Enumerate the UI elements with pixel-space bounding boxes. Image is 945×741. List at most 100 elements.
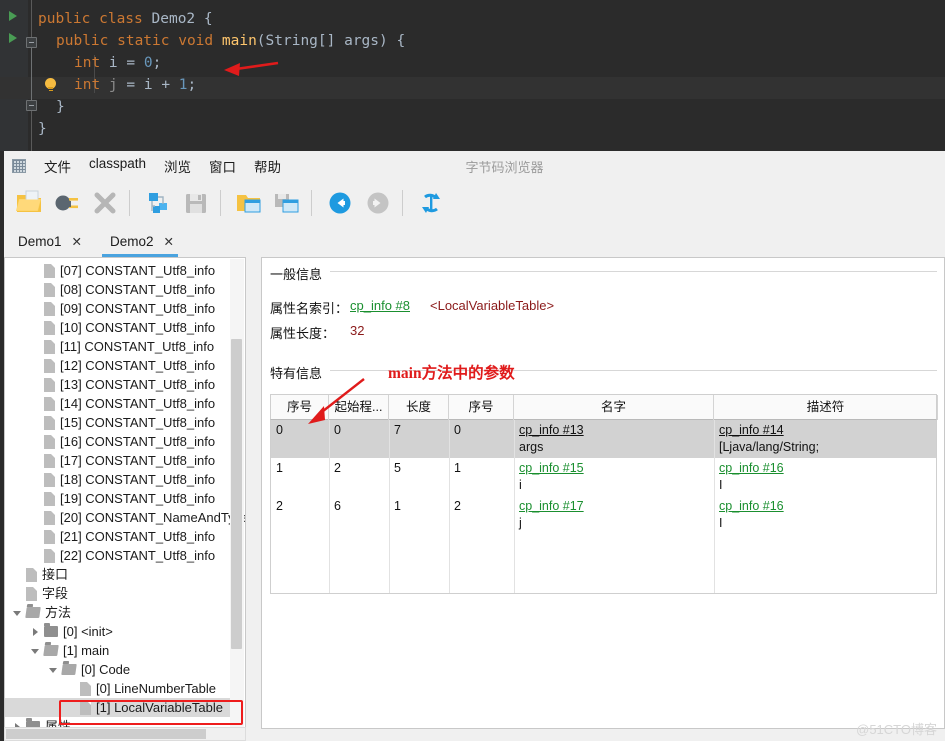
cp-info-link[interactable]: cp_info #17: [519, 498, 714, 515]
tree-node[interactable]: [14] CONSTANT_Utf8_info: [31, 394, 215, 413]
chevron-right-icon[interactable]: [31, 627, 41, 637]
menu-item-浏览[interactable]: 浏览: [155, 153, 200, 179]
tree-twisty-placeholder: [31, 513, 41, 523]
editor-gutter[interactable]: [0, 0, 28, 151]
file-icon: [44, 396, 55, 411]
tree-node[interactable]: [15] CONSTANT_Utf8_info: [31, 413, 215, 432]
chevron-down-icon[interactable]: [49, 665, 59, 675]
tree-node[interactable]: [13] CONSTANT_Utf8_info: [31, 375, 215, 394]
chevron-down-icon[interactable]: [13, 608, 23, 618]
table-body[interactable]: 0 0 7 0 cp_info #13 args cp_info #14 [Ljava/lan…: [270, 420, 937, 594]
folder-icon: [44, 623, 58, 637]
tree-structure-icon[interactable]: [141, 186, 175, 220]
attribute-detail-pane: 一般信息 属性名索引： cp_info #8 <LocalVariableTab…: [261, 257, 945, 729]
file-icon: [44, 263, 55, 278]
cp-info-link[interactable]: cp_info #16: [719, 498, 936, 515]
tree-node[interactable]: [0] <init>: [31, 622, 113, 641]
tree-node[interactable]: [12] CONSTANT_Utf8_info: [31, 356, 215, 375]
toolbar-separator: [129, 190, 130, 216]
tree-node[interactable]: 接口: [13, 565, 68, 584]
menu-item-文件[interactable]: 文件: [35, 153, 80, 179]
folder-open-icon: [61, 664, 77, 675]
tree-node[interactable]: [10] CONSTANT_Utf8_info: [31, 318, 215, 337]
reload-icon[interactable]: [414, 186, 448, 220]
file-icon: [44, 358, 55, 373]
file-icon: [44, 453, 55, 468]
tree-node[interactable]: [22] CONSTANT_Utf8_info: [31, 546, 215, 565]
table-row[interactable]: 1 2 5 1 cp_info #15 i cp_info #16 I: [271, 458, 936, 496]
forward-arrow-icon: [361, 186, 395, 220]
tree-hscrollbar-thumb[interactable]: [6, 729, 206, 739]
tree-node[interactable]: 方法: [13, 603, 71, 622]
tree-node[interactable]: [21] CONSTANT_Utf8_info: [31, 527, 215, 546]
tree-node[interactable]: [07] CONSTANT_Utf8_info: [31, 261, 215, 280]
menu-item-classpath[interactable]: classpath: [80, 153, 155, 179]
tree-node[interactable]: [0] Code: [49, 660, 130, 679]
intention-bulb-icon[interactable]: [44, 78, 57, 91]
cp-info-link[interactable]: cp_info #14: [719, 422, 936, 439]
fold-expanded-icon[interactable]: [26, 37, 37, 48]
table-cell-descriptor-value: I: [719, 478, 723, 492]
tab-demo2[interactable]: Demo2 ✕: [102, 225, 182, 257]
tab-demo1[interactable]: Demo1 ✕: [10, 225, 90, 257]
save-window-icon[interactable]: [270, 186, 304, 220]
tree-scrollbar-thumb[interactable]: [231, 339, 242, 649]
back-arrow-icon[interactable]: [323, 186, 357, 220]
file-icon: [44, 301, 55, 316]
file-icon: [44, 282, 55, 297]
table-column-header[interactable]: 长度: [389, 395, 449, 420]
tree-node[interactable]: [19] CONSTANT_Utf8_info: [31, 489, 215, 508]
table-cell-length: 5: [394, 461, 401, 475]
menu-item-帮助[interactable]: 帮助: [245, 153, 290, 179]
tree-node[interactable]: [1] main: [31, 641, 109, 660]
chevron-down-icon[interactable]: [31, 646, 41, 656]
table-column-header[interactable]: 名字: [514, 395, 714, 420]
tree-node[interactable]: [20] CONSTANT_NameAndType: [31, 508, 246, 527]
code-editor[interactable]: public class Demo2 {public static void m…: [0, 0, 945, 151]
tree-node[interactable]: [17] CONSTANT_Utf8_info: [31, 451, 215, 470]
table-cell-name-value: i: [519, 478, 522, 492]
table-column-header[interactable]: 描述符: [714, 395, 938, 420]
tab-demo1-close-icon[interactable]: ✕: [72, 234, 82, 249]
run-method-icon[interactable]: [9, 33, 17, 43]
tree-node[interactable]: [08] CONSTANT_Utf8_info: [31, 280, 215, 299]
tree-twisty-placeholder: [31, 323, 41, 333]
tree-twisty-placeholder: [31, 532, 41, 542]
annotation-arrow-icon: [308, 378, 365, 424]
tree-node-list[interactable]: [07] CONSTANT_Utf8_info [08] CONSTANT_Utf…: [5, 258, 246, 728]
menu-item-窗口[interactable]: 窗口: [200, 153, 245, 179]
table-column-header[interactable]: 序号: [449, 395, 514, 420]
class-structure-tree[interactable]: [07] CONSTANT_Utf8_info [08] CONSTANT_Utf…: [4, 257, 246, 729]
tree-horizontal-scrollbar[interactable]: [4, 727, 246, 741]
tree-twisty-placeholder: [31, 437, 41, 447]
open-folder-icon[interactable]: [12, 186, 46, 220]
table-row[interactable]: 2 6 1 2 cp_info #17 j cp_info #16 I: [271, 496, 936, 534]
tree-node[interactable]: [0] LineNumberTable: [67, 679, 216, 698]
tree-node-label: [07] CONSTANT_Utf8_info: [60, 263, 216, 278]
cp-info-link[interactable]: cp_info #16: [719, 460, 936, 477]
menu-bar: 文件 classpath 浏览 窗口 帮助 字节码浏览器: [4, 151, 945, 181]
tree-node[interactable]: [09] CONSTANT_Utf8_info: [31, 299, 215, 318]
fold-end-icon[interactable]: [26, 100, 37, 111]
cp-info-link[interactable]: cp_info #13: [519, 422, 714, 439]
tree-node[interactable]: [16] CONSTANT_Utf8_info: [31, 432, 215, 451]
tree-node[interactable]: [11] CONSTANT_Utf8_info: [31, 337, 214, 356]
tree-node-label: 字段: [42, 586, 69, 601]
tree-node[interactable]: [1] LocalVariableTable: [5, 698, 241, 717]
tree-node-label: [20] CONSTANT_NameAndType: [60, 510, 246, 525]
tree-node[interactable]: [18] CONSTANT_Utf8_info: [31, 470, 215, 489]
tree-node-label: 接口: [42, 567, 69, 582]
tree-node[interactable]: 字段: [13, 584, 68, 603]
cp-info-link[interactable]: cp_info #15: [519, 460, 714, 477]
close-x-icon[interactable]: [88, 186, 122, 220]
table-cell-slot: 0: [454, 423, 461, 437]
pane-splitter[interactable]: [247, 257, 499, 729]
open-window-icon[interactable]: [232, 186, 266, 220]
tab-demo2-close-icon[interactable]: ✕: [164, 234, 174, 249]
file-icon: [80, 681, 91, 696]
app-logo-icon: [12, 159, 26, 173]
run-class-icon[interactable]: [9, 11, 17, 21]
tree-vertical-scrollbar[interactable]: [230, 259, 244, 728]
connect-plug-icon[interactable]: [50, 186, 84, 220]
attr-name-index-link[interactable]: cp_info #8: [350, 298, 410, 313]
